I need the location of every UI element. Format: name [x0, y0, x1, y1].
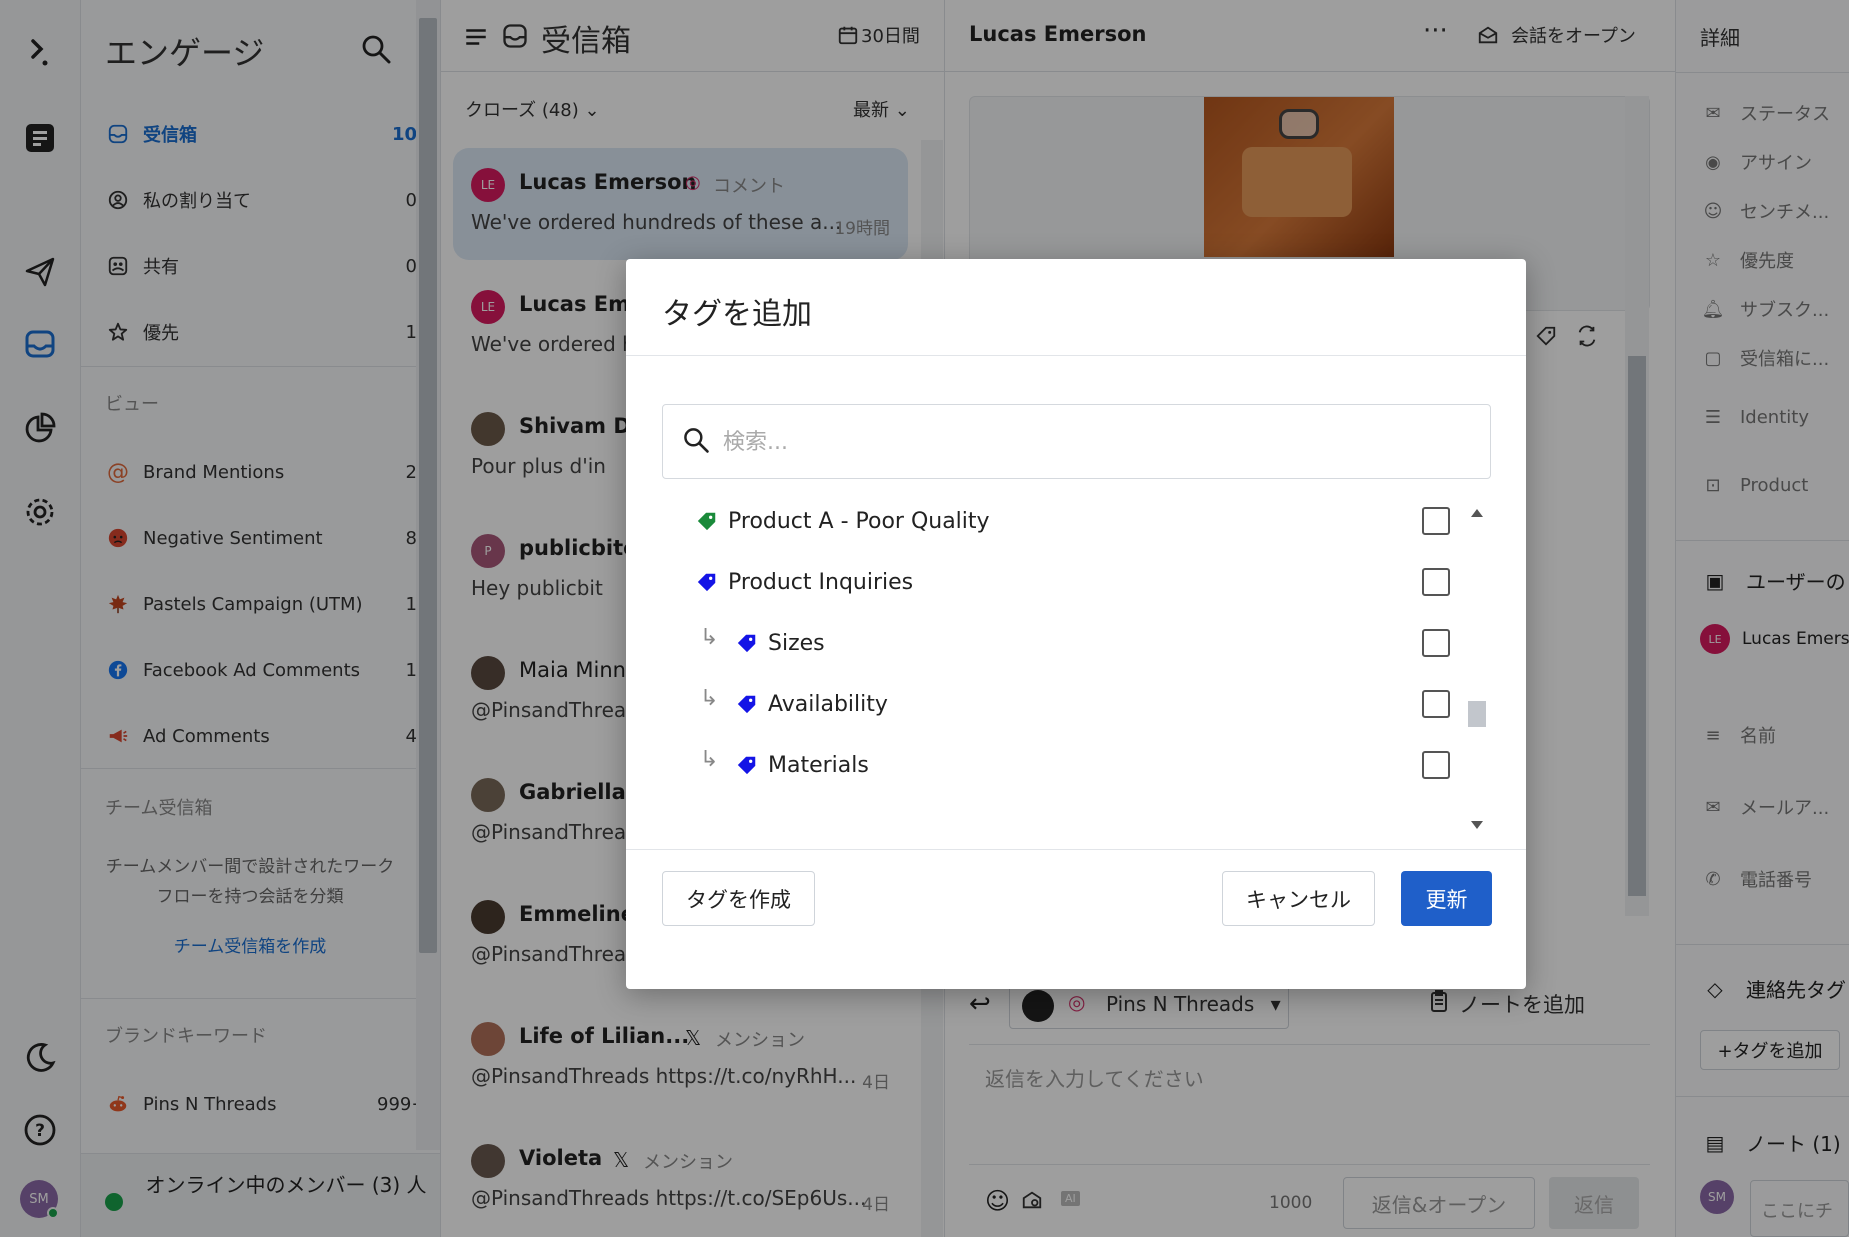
tag-icon: [697, 512, 716, 531]
child-arrow-icon: ↳: [700, 624, 719, 650]
tag-checkbox[interactable]: [1422, 568, 1450, 596]
add-tag-dialog: タグを追加 Product A - Poor Quality Product I…: [626, 259, 1526, 989]
tag-option[interactable]: Product A - Poor Quality: [662, 491, 1462, 551]
child-arrow-icon: ↳: [700, 746, 719, 772]
tag-checkbox[interactable]: [1422, 690, 1450, 718]
tag-search-input[interactable]: [723, 419, 1463, 465]
tag-icon: [737, 756, 756, 775]
divider: [626, 355, 1526, 356]
tag-option-label: Materials: [768, 752, 869, 778]
search-icon: [681, 425, 715, 459]
divider: [626, 849, 1526, 850]
child-arrow-icon: ↳: [700, 685, 719, 711]
tag-option[interactable]: Product Inquiries: [662, 552, 1462, 612]
scroll-thumb[interactable]: [1468, 701, 1486, 727]
tag-icon: [697, 573, 716, 592]
tag-option-label: Availability: [768, 691, 888, 717]
create-tag-button[interactable]: タグを作成: [662, 871, 815, 926]
tag-checkbox[interactable]: [1422, 751, 1450, 779]
tag-option[interactable]: ↳ Materials: [662, 735, 1462, 795]
tag-option-label: Product A - Poor Quality: [728, 508, 990, 534]
tag-list-scrollbar[interactable]: [1466, 503, 1488, 833]
tag-option[interactable]: ↳ Sizes: [662, 613, 1462, 673]
cancel-button[interactable]: キャンセル: [1222, 871, 1375, 926]
tag-option-label: Product Inquiries: [728, 569, 914, 595]
tag-option-label: Sizes: [768, 630, 825, 656]
tag-icon: [737, 695, 756, 714]
update-button[interactable]: 更新: [1401, 871, 1492, 926]
dialog-title: タグを追加: [662, 297, 812, 332]
tag-checkbox[interactable]: [1422, 507, 1450, 535]
scroll-down-icon[interactable]: [1471, 821, 1483, 829]
tag-checkbox[interactable]: [1422, 629, 1450, 657]
tag-search-box[interactable]: [662, 404, 1491, 479]
tag-icon: [737, 634, 756, 653]
scroll-up-icon[interactable]: [1471, 509, 1483, 517]
tag-option[interactable]: ↳ Availability: [662, 674, 1462, 734]
